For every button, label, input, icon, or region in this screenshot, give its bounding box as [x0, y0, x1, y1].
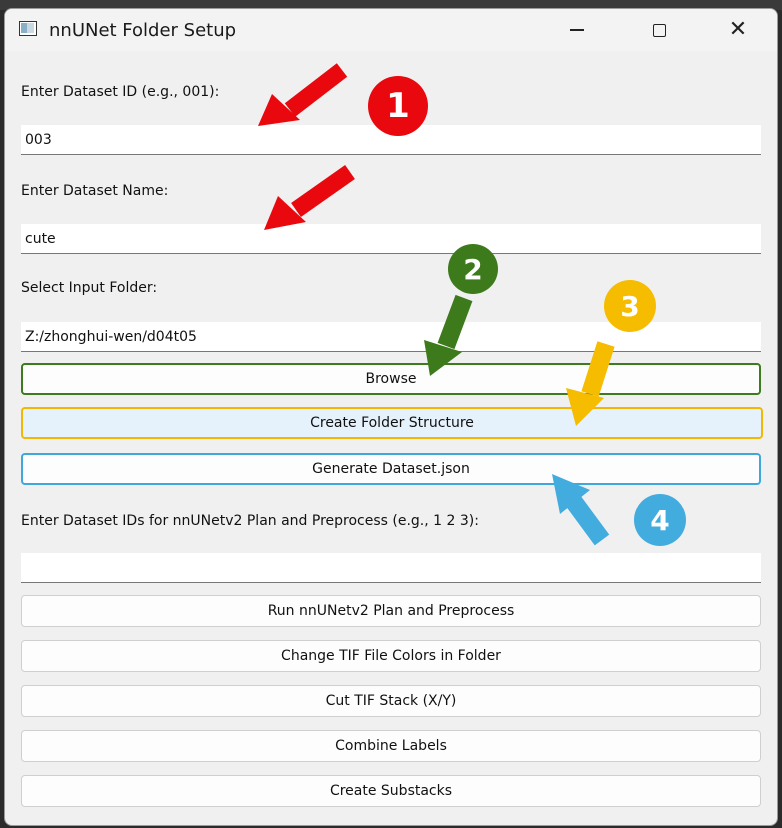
generate-dataset-json-button[interactable]: Generate Dataset.json: [21, 453, 761, 485]
maximize-button[interactable]: [624, 9, 694, 51]
input-folder-input[interactable]: [21, 322, 761, 352]
cut-tif-stack-button[interactable]: Cut TIF Stack (X/Y): [21, 685, 761, 717]
minimize-icon: [570, 29, 584, 31]
minimize-button[interactable]: [542, 9, 612, 51]
step-badge-4: 4: [634, 494, 686, 546]
browse-button[interactable]: Browse: [21, 363, 761, 395]
title-bar: nnUNet Folder Setup ✕: [5, 9, 777, 51]
change-tif-colors-button[interactable]: Change TIF File Colors in Folder: [21, 640, 761, 672]
dataset-name-label: Enter Dataset Name:: [21, 183, 169, 199]
step-badge-1: 1: [368, 76, 428, 136]
maximize-icon: [652, 23, 666, 37]
input-folder-label: Select Input Folder:: [21, 280, 158, 296]
window-title: nnUNet Folder Setup: [49, 20, 237, 41]
dataset-name-input[interactable]: [21, 224, 761, 254]
create-substacks-button[interactable]: Create Substacks: [21, 775, 761, 807]
run-plan-preprocess-button[interactable]: Run nnUNetv2 Plan and Preprocess: [21, 595, 761, 627]
close-icon: ✕: [728, 17, 748, 42]
plan-dataset-ids-input[interactable]: [21, 553, 761, 583]
dataset-id-label: Enter Dataset ID (e.g., 001):: [21, 84, 220, 100]
close-button[interactable]: ✕: [703, 9, 773, 51]
step-badge-2: 2: [448, 244, 498, 294]
create-folder-structure-button[interactable]: Create Folder Structure: [21, 407, 763, 439]
app-window-icon: [19, 21, 37, 36]
step-badge-3: 3: [604, 280, 656, 332]
combine-labels-button[interactable]: Combine Labels: [21, 730, 761, 762]
plan-dataset-ids-label: Enter Dataset IDs for nnUNetv2 Plan and …: [21, 513, 479, 529]
